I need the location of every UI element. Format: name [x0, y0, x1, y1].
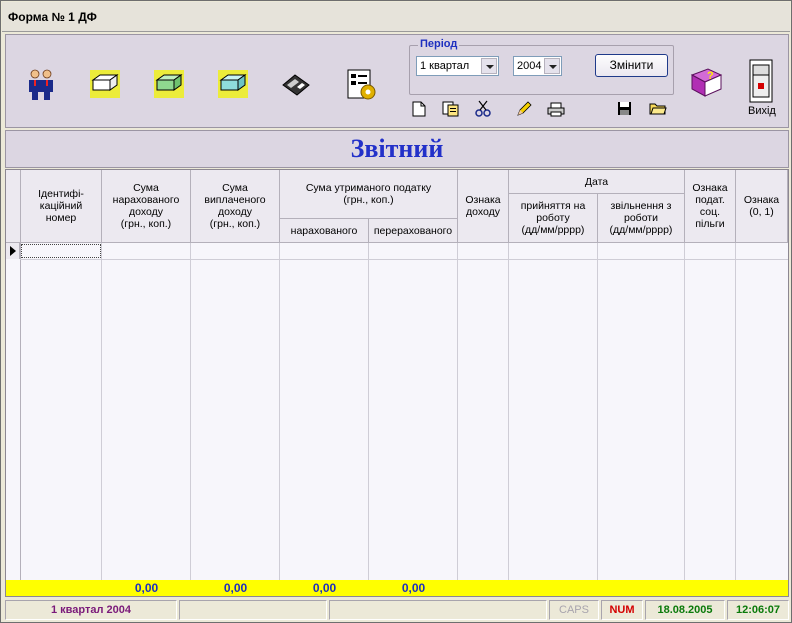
header-id[interactable]: Ідентифі- каційний номер [21, 170, 102, 243]
status-empty-2 [329, 600, 547, 620]
open-folder-icon[interactable] [649, 101, 667, 116]
status-empty-1 [179, 600, 327, 620]
header-sign01[interactable]: Ознака (0, 1) [736, 170, 788, 243]
total-tax-accrued: 0,00 [312, 581, 337, 595]
people-icon[interactable] [24, 68, 58, 102]
floppy-disk-icon[interactable] [280, 71, 314, 99]
window-title: Форма № 1 ДФ [8, 10, 97, 24]
new-document-icon[interactable] [412, 101, 426, 117]
header-hire-date[interactable]: прийняття на роботу (дд/мм/рррр) [509, 194, 598, 243]
svg-text:?: ? [707, 70, 714, 82]
main-window: Форма № 1 ДФ Період 1 квартал 2004 Зміни… [0, 0, 792, 623]
row-indicator-header [6, 170, 21, 243]
header-dismiss-date[interactable]: звільнення з роботи (дд/мм/рррр) [598, 194, 685, 243]
quarter-select[interactable]: 1 квартал [416, 56, 499, 76]
status-date: 18.08.2005 [645, 600, 725, 620]
header-date[interactable]: Дата [509, 170, 685, 194]
tray-yellow-icon[interactable] [88, 68, 122, 100]
header-income-sign[interactable]: Ознака доходу [458, 170, 509, 243]
settings-form-icon[interactable] [344, 68, 378, 102]
tray-green-icon[interactable] [152, 68, 186, 100]
header-tax-benefit[interactable]: Ознака подат. соц. пільги [685, 170, 736, 243]
status-bar: 1 квартал 2004 CAPS NUM 18.08.2005 12:06… [5, 600, 789, 621]
total-accrued-income: 0,00 [134, 581, 159, 595]
save-icon[interactable] [617, 101, 632, 116]
year-value: 2004 [517, 60, 542, 72]
total-paid-income: 0,00 [223, 581, 248, 595]
year-select[interactable]: 2004 [513, 56, 562, 76]
focused-cell[interactable] [21, 244, 101, 258]
exit-label[interactable]: Вихід [748, 105, 776, 117]
header-tax-withheld[interactable]: Сума утриманого податку (грн., коп.) [280, 170, 458, 219]
help-book-icon[interactable]: ? [688, 65, 724, 99]
status-caps: CAPS [549, 600, 599, 620]
period-group: Період 1 квартал 2004 Змінити [409, 38, 674, 95]
tray-cyan-icon[interactable] [216, 68, 250, 100]
copy-document-icon[interactable] [442, 101, 460, 117]
status-period: 1 квартал 2004 [5, 600, 177, 620]
header-accrued-income[interactable]: Сума нарахованого доходу (грн., коп.) [102, 170, 191, 243]
header-tax-transferred[interactable]: перерахованого [369, 219, 458, 243]
exit-switch-icon[interactable] [749, 59, 773, 103]
title-bar[interactable]: Форма № 1 ДФ [2, 2, 790, 32]
change-button[interactable]: Змінити [595, 54, 668, 77]
period-label: Період [418, 38, 460, 50]
edit-pencil-icon[interactable] [516, 101, 532, 117]
chevron-down-icon[interactable] [481, 58, 497, 74]
header-tax-accrued[interactable]: нарахованого [280, 219, 369, 243]
quarter-value: 1 квартал [420, 60, 470, 72]
toolbar: Період 1 квартал 2004 Змінити ? Вихід [5, 34, 789, 128]
report-header: Звітний [5, 130, 789, 168]
header-paid-income[interactable]: Сума виплаченого доходу (грн., коп.) [191, 170, 280, 243]
totals-row: 0,00 0,00 0,00 0,00 [6, 580, 788, 596]
current-row-indicator [6, 243, 20, 259]
report-title: Звітний [350, 134, 444, 163]
cut-icon[interactable] [474, 100, 492, 118]
print-icon[interactable] [547, 102, 565, 117]
status-time: 12:06:07 [727, 600, 789, 620]
data-grid[interactable]: Ідентифі- каційний номер Сума нараховано… [5, 169, 789, 597]
chevron-down-icon[interactable] [544, 58, 560, 74]
status-num: NUM [601, 600, 643, 620]
total-tax-transferred: 0,00 [401, 581, 426, 595]
